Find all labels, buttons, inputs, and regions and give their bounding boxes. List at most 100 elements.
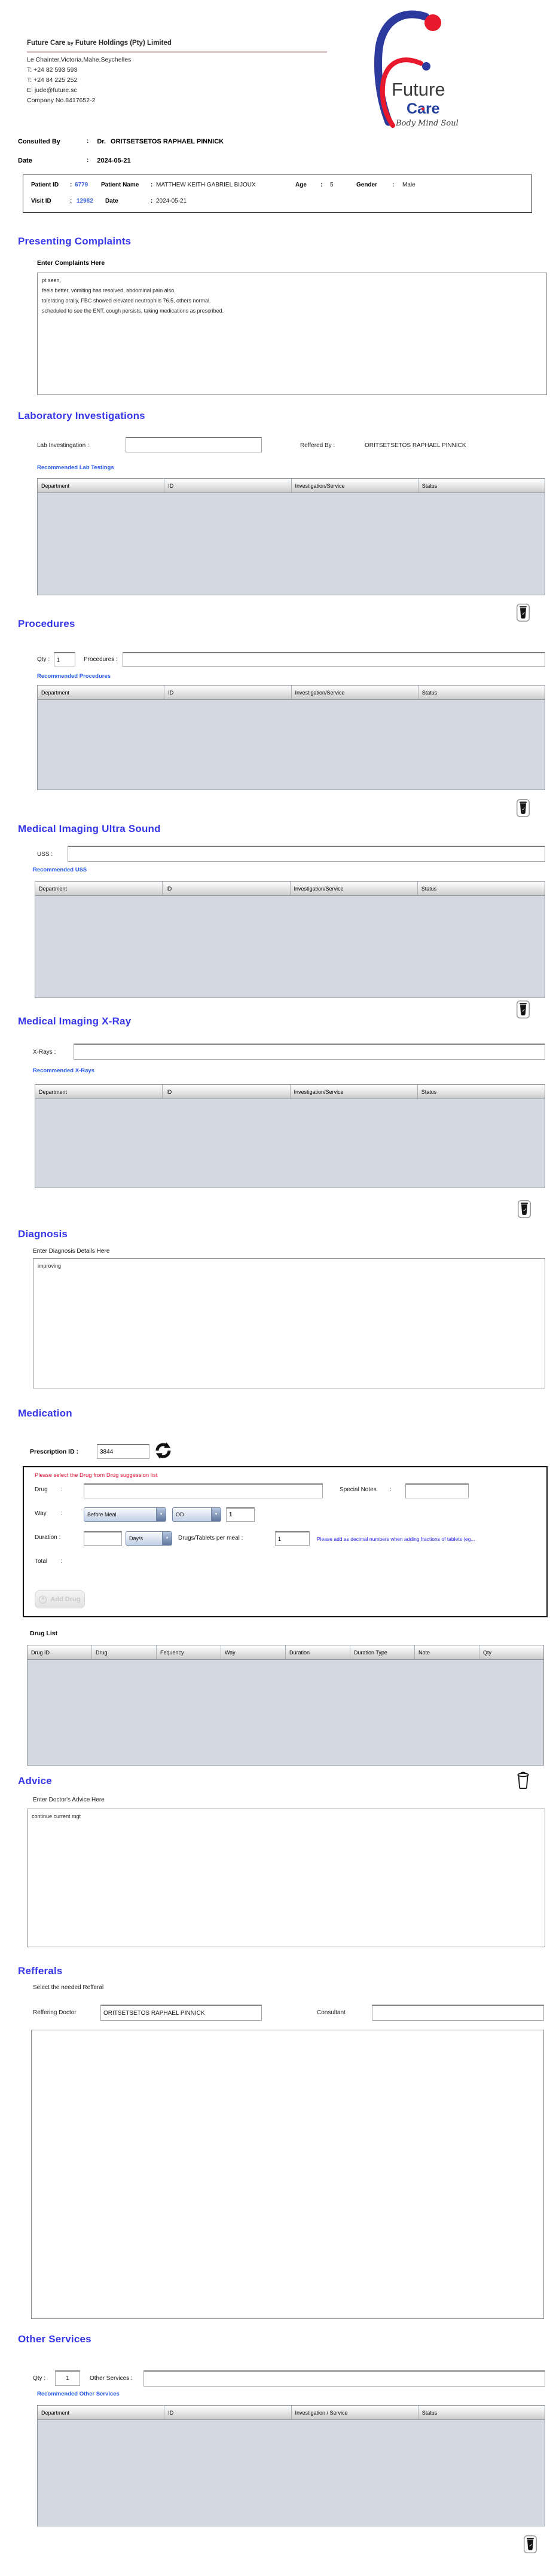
duration-input[interactable] (84, 1531, 122, 1546)
patient-name-label: Patient Name (101, 182, 139, 188)
procedures-input[interactable] (123, 652, 545, 667)
way-qty-input[interactable] (226, 1507, 255, 1522)
column-header: Status (418, 2406, 545, 2419)
xray-input[interactable] (74, 1044, 545, 1060)
visit-date-label: Date (105, 198, 118, 204)
visit-date-value: 2024-05-21 (156, 198, 187, 204)
column-header: Department (38, 479, 164, 492)
consulted-by-line: Consulted By : Dr. ORITSETSETOS RAPHAEL … (18, 138, 224, 145)
column-header: ID (163, 882, 290, 895)
recommended-lab-testings-label: Recommended Lab Testings (37, 464, 114, 471)
xray-input-label: X-Rays : (33, 1049, 56, 1056)
column-header: Investigation/Service (291, 882, 418, 895)
consultation-page: Future Care by Future Holdings (Pty) Lim… (0, 0, 556, 2576)
other-services-qty-label: Qty : (33, 2375, 45, 2382)
medication-section-title: Medication (18, 1408, 72, 1419)
column-header: Status (418, 686, 545, 699)
xray-delete-button[interactable] (518, 1200, 531, 1220)
diagnosis-textarea[interactable]: improving (33, 1258, 545, 1388)
fraction-note: Please add as decimal numbers when addin… (317, 1536, 545, 1542)
column-header: ID (164, 2406, 291, 2419)
uss-delete-button[interactable] (517, 1001, 530, 1020)
prescription-id-label: Prescription ID : (30, 1448, 78, 1455)
lab-referred-by-label: Reffered By : (300, 442, 335, 449)
chevron-down-icon: ▼ (162, 1532, 172, 1545)
diagnosis-section-title: Diagnosis (18, 1228, 68, 1240)
company-header: Future Care by Future Holdings (Pty) Lim… (0, 0, 556, 136)
complaints-label: Enter Complaints Here (37, 259, 105, 267)
prescription-refresh-button[interactable] (154, 1442, 172, 1461)
column-header: Investigation/Service (291, 1085, 418, 1099)
heart-icon: ♥ (421, 106, 425, 113)
advice-textarea[interactable]: continue current mgt (27, 1809, 545, 1947)
column-header: Department (38, 2406, 164, 2419)
company-name-rest: Future Holdings (Pty) Limited (75, 39, 172, 47)
frequency-dropdown[interactable]: OD ▼ (172, 1507, 221, 1522)
logo-word-future: Future (392, 79, 445, 100)
column-header: Duration Type (350, 1645, 415, 1659)
consult-date-value: 2024-05-21 (97, 157, 130, 164)
company-name-by: by (68, 40, 74, 46)
drug-list-delete-button[interactable] (515, 1770, 531, 1791)
meal-timing-dropdown[interactable]: Before Meal ▼ (84, 1507, 166, 1522)
duration-unit-value: Day/s (126, 1532, 162, 1545)
header-divider (27, 51, 327, 53)
column-header: Drug (92, 1645, 157, 1659)
lab-investigation-input[interactable] (126, 437, 262, 452)
trash-icon (524, 2535, 537, 2553)
lab-section-title: Laboratory Investigations (18, 410, 145, 422)
procedures-delete-button[interactable] (517, 799, 530, 819)
colon: : (87, 157, 88, 164)
recommended-xray-label: Recommended X-Rays (33, 1067, 94, 1074)
column-header: Status (418, 882, 545, 895)
column-header: Investigation/Service (292, 686, 418, 699)
consulted-by-label: Consulted By (18, 138, 87, 145)
drug-entry-form: Please select the Drug from Drug suggess… (23, 1466, 548, 1617)
other-services-input-label: Other Services : (90, 2375, 133, 2382)
complaints-textarea[interactable]: pt seen, feels better, vomiting has reso… (37, 273, 547, 395)
special-notes-label: Special Notes (340, 1486, 377, 1493)
colon: : (151, 198, 152, 204)
other-services-delete-button[interactable] (524, 2535, 537, 2555)
xray-section-title: Medical Imaging X-Ray (18, 1015, 131, 1027)
company-number: Company No.8417652-2 (27, 97, 95, 104)
company-logo: Future Care ♥ Body Mind Soul (359, 6, 514, 133)
column-header: ID (163, 1085, 290, 1099)
add-drug-button[interactable]: + Add Drug (35, 1590, 85, 1608)
patient-name-value: MATTHEW KEITH GABRIEL BIJOUX (156, 182, 256, 188)
visit-id-label: Visit ID (31, 198, 51, 204)
drug-input[interactable] (84, 1483, 323, 1498)
consultant-input[interactable] (372, 2005, 544, 2021)
diagnosis-label: Enter Diagnosis Details Here (33, 1248, 109, 1255)
column-header: Qty (479, 1645, 543, 1659)
other-services-input[interactable] (143, 2370, 545, 2387)
xray-table: DepartmentIDInvestigation/ServiceStatus (35, 1084, 545, 1188)
lab-investigation-label: Lab Investingation : (37, 442, 89, 449)
uss-input[interactable] (68, 846, 545, 862)
advice-label: Enter Doctor's Advice Here (33, 1797, 105, 1803)
company-phone-1: T: +24 82 593 593 (27, 66, 77, 74)
special-notes-input[interactable] (405, 1483, 469, 1498)
procedures-qty-input[interactable] (54, 652, 75, 666)
other-services-table: DepartmentIDInvestigation / ServiceStatu… (37, 2405, 545, 2526)
other-services-qty-input[interactable] (55, 2370, 80, 2386)
logo-tagline: Body Mind Soul (395, 119, 459, 128)
duration-unit-dropdown[interactable]: Day/s ▼ (126, 1531, 172, 1546)
age-value: 5 (330, 182, 334, 188)
colon: : (87, 138, 88, 145)
lab-delete-button[interactable] (517, 604, 530, 623)
trash-icon (518, 1200, 531, 1218)
uss-table-body (35, 896, 545, 997)
referrals-listbox[interactable] (31, 2030, 544, 2319)
patient-id-value: 6779 (75, 182, 88, 188)
procedures-qty-label: Qty : (37, 656, 50, 663)
uss-section-title: Medical Imaging Ultra Sound (18, 823, 161, 835)
colon: : (151, 182, 152, 188)
referring-doctor-input[interactable] (100, 2005, 262, 2021)
company-address: Le Chainter,Victoria,Mahe,Seychelles (27, 56, 131, 63)
prescription-id-input[interactable] (97, 1444, 149, 1459)
procedures-table-header: DepartmentIDInvestigation/ServiceStatus (38, 686, 545, 700)
column-header: Department (38, 686, 164, 699)
frequency-value: OD (173, 1508, 211, 1521)
per-meal-input[interactable] (275, 1531, 310, 1546)
